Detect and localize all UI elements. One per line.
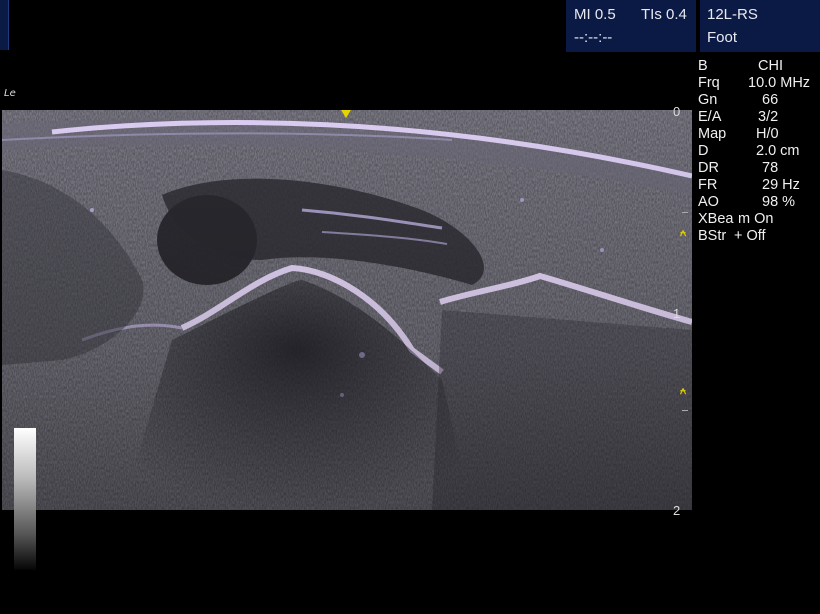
param-row: BStr + Off [698,228,766,244]
probe-name: 12L-RS [707,6,758,23]
ultrasound-image [2,110,692,510]
focal-zone-marker-icon: ⍲ [679,227,687,239]
probe-orientation-mark: Le [4,88,16,99]
param-row: XBea m On [698,211,774,227]
acoustic-output-panel: MI 0.5 TIs 0.4 --:--:-- [566,0,696,52]
depth-label-1: 1 [673,306,681,321]
imaging-parameters: B CHI Frq 10.0 MHz Gn 66 E/A 3/2 Map H/0 D 2.0… [698,58,820,245]
mechanical-index: MI 0.5 [574,6,616,23]
probe-panel: 12L-RS Foot [700,0,820,52]
thermal-index: TIs 0.4 [641,6,687,23]
param-row: Gn 66 [698,92,779,108]
param-row: AO 98 % [698,194,796,210]
param-row: DR 78 [698,160,779,176]
depth-tick [682,212,688,213]
focus-top-marker-icon [341,110,351,118]
depth-label-2: 2 [673,503,681,518]
param-row: FR 29 Hz [698,177,800,193]
param-row: Frq 10.0 MHz [698,75,811,91]
system-logo [0,0,9,50]
depth-tick [682,410,688,411]
exam-preset: Foot [707,29,738,46]
focal-zone-marker-icon: ⍲ [679,385,687,397]
param-row: E/A 3/2 [698,109,779,125]
param-row: B CHI [698,58,783,74]
depth-label-0: 0 [673,104,681,119]
param-row: D 2.0 cm [698,143,800,159]
param-row: Map H/0 [698,126,779,142]
clock-readout: --:--:-- [574,29,613,46]
grayscale-map-bar [14,428,36,570]
